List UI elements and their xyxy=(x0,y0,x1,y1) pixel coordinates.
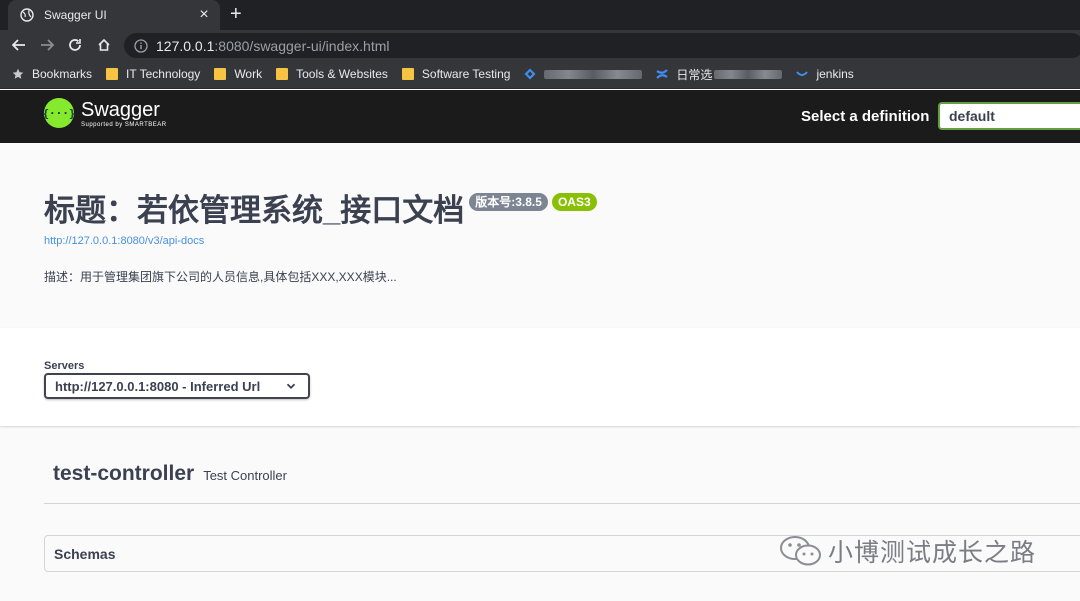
browser-tab-strip: Swagger UI × + xyxy=(0,0,1080,30)
watermark-text: 小博测试成长之路 xyxy=(828,538,1037,567)
watermark: 小博测试成长之路 xyxy=(778,533,1036,569)
jenkins-icon xyxy=(796,71,809,76)
swagger-topbar: {···} Swagger Supported by SMARTBEAR Sel… xyxy=(0,90,1080,143)
reload-icon[interactable] xyxy=(66,36,84,54)
folder-icon xyxy=(106,68,119,80)
globe-icon xyxy=(20,8,34,22)
bookmark-tools-websites[interactable]: Tools & Websites xyxy=(276,67,388,81)
api-info: 标题：若依管理系统_接口文档 版本号:3.8.5 OAS3 http://127… xyxy=(0,143,1080,328)
blurred-label xyxy=(714,69,783,79)
select-definition-label: Select a definition xyxy=(801,108,930,125)
home-icon[interactable] xyxy=(95,36,113,54)
tab-close-icon[interactable]: × xyxy=(196,7,212,23)
definition-select[interactable]: default xyxy=(938,102,1080,130)
bookmark-work[interactable]: Work xyxy=(214,67,262,81)
swagger-logo[interactable]: {···} Swagger Supported by SMARTBEAR xyxy=(42,98,167,128)
star-icon xyxy=(12,68,24,79)
bookmark-bookmarks[interactable]: Bookmarks xyxy=(12,67,92,81)
new-tab-icon[interactable]: + xyxy=(230,4,242,24)
wechat-icon xyxy=(780,536,821,566)
swagger-brand-sub: Supported by SMARTBEAR xyxy=(81,121,167,128)
bookmark-jenkins[interactable]: jenkins xyxy=(796,67,854,81)
tag-description: Test Controller xyxy=(203,468,287,483)
servers-selected-value: http://127.0.0.1:8080 - Inferred Url xyxy=(55,378,261,394)
swagger-logo-icon: {···} xyxy=(42,98,76,128)
blurred-label xyxy=(544,69,643,79)
browser-tab[interactable]: Swagger UI × xyxy=(8,0,220,30)
tab-title: Swagger UI xyxy=(44,8,107,22)
folder-icon xyxy=(276,68,289,80)
tag-divider xyxy=(44,503,1080,504)
servers-label: Servers xyxy=(44,360,85,372)
bookmark-daily[interactable]: 日常选 xyxy=(656,66,783,83)
bookmarks-bar: Bookmarks IT Technology Work Tools & Web… xyxy=(0,60,1080,89)
tag-name: test-controller xyxy=(53,462,195,485)
info-icon[interactable] xyxy=(134,38,148,53)
api-description: 描述：用于管理集团旗下公司的人员信息,具体包括XXX,XXX模块... xyxy=(44,270,397,284)
oas-badge: OAS3 xyxy=(551,193,597,211)
chevron-down-icon xyxy=(286,383,296,389)
api-docs-link[interactable]: http://127.0.0.1:8080/v3/api-docs xyxy=(44,235,204,247)
swagger-brand: Swagger xyxy=(81,98,160,121)
back-arrow-icon[interactable] xyxy=(10,36,28,54)
api-title: 标题：若依管理系统_接口文档 xyxy=(44,193,465,228)
folder-icon xyxy=(401,68,414,80)
diamond-icon xyxy=(524,68,536,80)
bookmark-blurred[interactable] xyxy=(524,68,643,80)
schemas-label: Schemas xyxy=(54,545,116,562)
url-path: :8080/swagger-ui/index.html xyxy=(214,37,390,54)
title-row: 标题：若依管理系统_接口文档 版本号:3.8.5 OAS3 xyxy=(44,192,597,230)
forward-arrow-icon[interactable] xyxy=(38,36,56,54)
url-host: 127.0.0.1 xyxy=(156,37,215,54)
browser-toolbar: 127.0.0.1:8080/swagger-ui/index.html xyxy=(0,30,1080,60)
servers-select[interactable]: http://127.0.0.1:8080 - Inferred Url xyxy=(44,373,310,399)
bookmark-it-technology[interactable]: IT Technology xyxy=(106,67,200,81)
version-badge: 版本号:3.8.5 xyxy=(469,193,548,211)
confluence-icon xyxy=(656,69,669,79)
servers-section: Servers http://127.0.0.1:8080 - Inferred… xyxy=(0,328,1080,426)
bookmark-software-testing[interactable]: Software Testing xyxy=(401,67,510,81)
address-bar[interactable]: 127.0.0.1:8080/swagger-ui/index.html xyxy=(124,33,1080,58)
folder-icon xyxy=(214,68,227,80)
tag-header[interactable]: test-controller Test Controller xyxy=(53,462,287,486)
